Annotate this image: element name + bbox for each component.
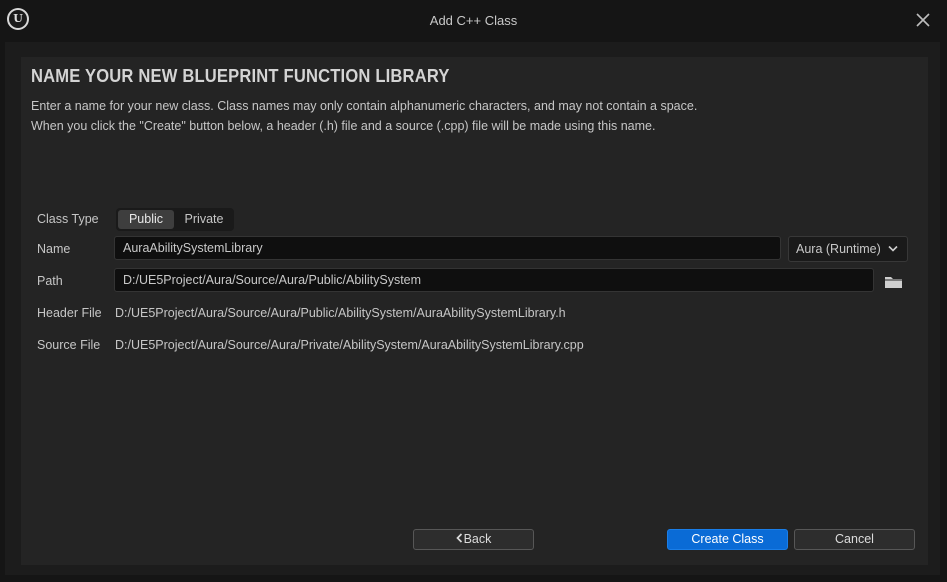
class-type-label: Class Type xyxy=(37,212,99,226)
source-file-label: Source File xyxy=(37,338,101,352)
folder-icon[interactable] xyxy=(884,274,904,290)
chevron-down-icon xyxy=(888,245,898,252)
module-dropdown-value: Aura (Runtime) xyxy=(796,242,881,256)
create-class-button[interactable]: Create Class xyxy=(667,529,788,550)
class-name-input[interactable] xyxy=(114,236,781,260)
description-line-2: When you click the "Create" button below… xyxy=(31,119,656,133)
header-file-path: D:/UE5Project/Aura/Source/Aura/Public/Ab… xyxy=(115,306,566,320)
module-dropdown[interactable]: Aura (Runtime) xyxy=(788,236,908,262)
class-type-private-option[interactable]: Private xyxy=(176,210,232,229)
browse-folder-button[interactable] xyxy=(884,274,904,290)
back-button-label: Back xyxy=(463,532,492,546)
source-file-path: D:/UE5Project/Aura/Source/Aura/Private/A… xyxy=(115,338,584,352)
window-title: Add C++ Class xyxy=(429,13,518,28)
description-line-1: Enter a name for your new class. Class n… xyxy=(31,99,698,113)
back-button[interactable]: Back xyxy=(413,529,534,550)
close-icon[interactable] xyxy=(913,10,933,30)
class-type-toggle: Public Private xyxy=(116,208,234,231)
class-type-public-option[interactable]: Public xyxy=(118,210,174,229)
close-button[interactable] xyxy=(913,10,933,30)
path-input[interactable] xyxy=(114,268,874,292)
name-label: Name xyxy=(37,242,71,256)
page-title: NAME YOUR NEW BLUEPRINT FUNCTION LIBRARY xyxy=(31,66,450,86)
path-label: Path xyxy=(37,274,63,288)
chevron-left-icon xyxy=(455,533,462,543)
header-file-label: Header File xyxy=(37,306,102,320)
cancel-button[interactable]: Cancel xyxy=(794,529,915,550)
